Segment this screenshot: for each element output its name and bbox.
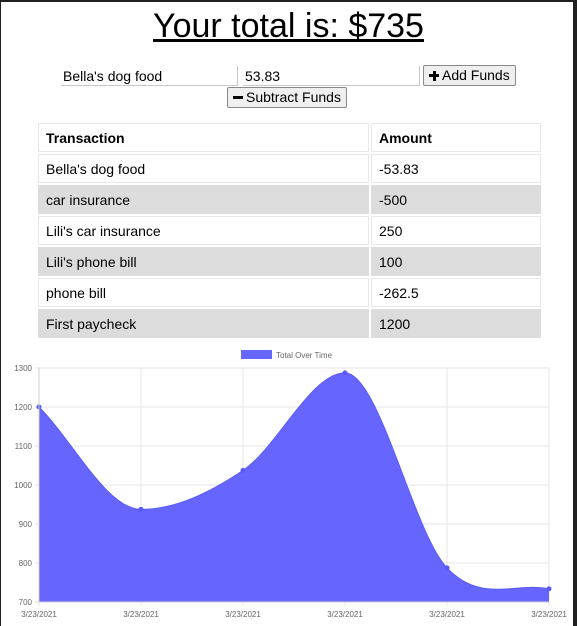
table-row: First paycheck 1200 (38, 309, 541, 338)
legend-label: Total Over Time (276, 351, 333, 360)
subtract-funds-button[interactable]: Subtract Funds (227, 87, 347, 108)
x-tick-label: 3/23/2021 (429, 610, 465, 619)
table-header-row: Transaction Amount (38, 123, 541, 152)
y-tick-label: 1000 (14, 481, 32, 490)
x-tick-label: 3/23/2021 (531, 610, 567, 619)
transaction-amount: 250 (371, 216, 541, 245)
y-tick-label: 900 (19, 520, 33, 529)
transaction-name: Lili's phone bill (38, 247, 369, 276)
y-tick-label: 1100 (15, 442, 33, 451)
transaction-name: Lili's car insurance (38, 216, 369, 245)
table-row: Lili's phone bill 100 (38, 247, 541, 276)
x-tick-label: 3/23/2021 (327, 610, 363, 619)
transaction-name: Bella's dog food (38, 154, 369, 183)
data-point (444, 565, 450, 571)
y-tick-label: 1300 (14, 364, 32, 373)
header-transaction: Transaction (38, 123, 369, 152)
total-over-time-chart: 700 800 900 1000 1100 1200 1300 3/23/2021 3/23/2… (14, 350, 567, 619)
transaction-amount: -262.5 (371, 278, 541, 307)
transaction-amount: -500 (371, 185, 541, 214)
table-row: phone bill -262.5 (38, 278, 541, 307)
data-point (138, 506, 144, 512)
transaction-amount: 1200 (371, 309, 541, 338)
data-point (546, 586, 552, 592)
y-tick-label: 700 (19, 598, 33, 607)
x-tick-label: 3/23/2021 (123, 610, 159, 619)
data-point (240, 467, 246, 473)
y-tick-label: 800 (19, 559, 33, 568)
x-tick-label: 3/23/2021 (225, 610, 261, 619)
minus-icon (233, 93, 243, 103)
legend-swatch (241, 350, 272, 359)
table-row: Bella's dog food -53.83 (38, 154, 541, 183)
plus-icon (429, 70, 439, 81)
transaction-amount: -53.83 (371, 154, 541, 183)
y-tick-label: 1200 (14, 403, 32, 412)
header-amount: Amount (371, 123, 541, 152)
transaction-name: car insurance (38, 185, 369, 214)
transaction-name: First paycheck (38, 309, 369, 338)
transaction-amount-input[interactable] (243, 66, 420, 86)
transaction-name-input[interactable] (61, 66, 238, 86)
total-heading: Your total is: $735 (153, 7, 424, 45)
add-funds-label: Add Funds (442, 67, 510, 83)
transactions-table: Transaction Amount Bella's dog food -53.… (36, 121, 543, 340)
add-funds-button[interactable]: Add Funds (423, 65, 516, 86)
window-frame-top (0, 0, 577, 2)
x-tick-label: 3/23/2021 (21, 610, 57, 619)
data-point (342, 370, 348, 376)
table-row: Lili's car insurance 250 (38, 216, 541, 245)
table-row: car insurance -500 (38, 185, 541, 214)
transaction-amount: 100 (371, 247, 541, 276)
transaction-name: phone bill (38, 278, 369, 307)
subtract-funds-label: Subtract Funds (246, 89, 341, 105)
